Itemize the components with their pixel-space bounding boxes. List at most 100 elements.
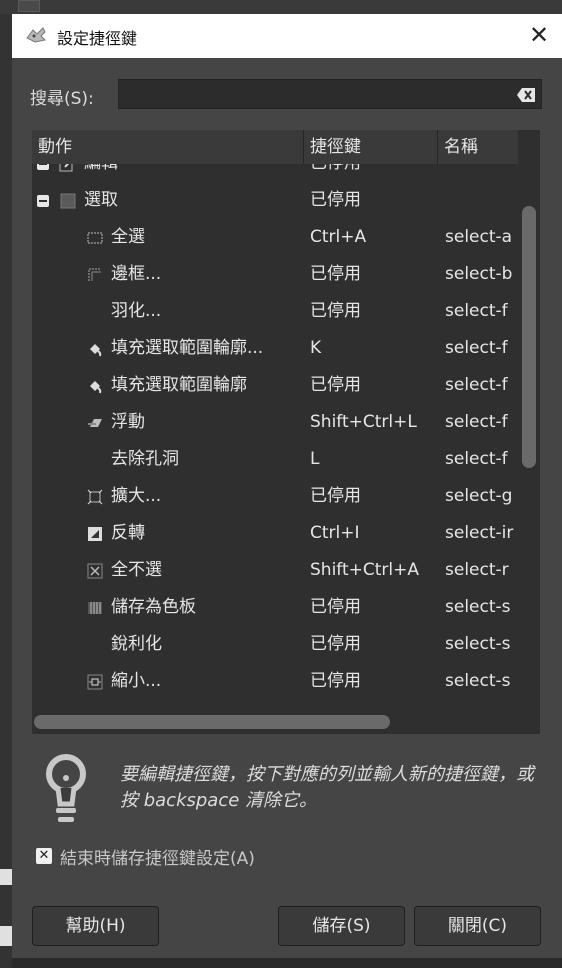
horizontal-scrollbar-thumb[interactable] xyxy=(34,715,390,729)
background-ruler-mark xyxy=(18,0,40,12)
selection-group-icon xyxy=(60,193,76,209)
row-shortcut: Shift+Ctrl+A xyxy=(310,560,420,580)
dialog-title: 設定捷徑鍵 xyxy=(57,29,138,48)
table-row[interactable]: 儲存為色板 已停用 select-s xyxy=(32,589,518,626)
column-header-name[interactable]: 名稱 xyxy=(438,130,518,164)
column-header-action[interactable]: 動作 xyxy=(32,130,304,164)
table-row[interactable]: 羽化... 已停用 select-f xyxy=(32,293,518,330)
row-shortcut: 已停用 xyxy=(310,375,361,395)
row-shortcut: 已停用 xyxy=(310,634,361,654)
row-action-name: 羽化... xyxy=(111,301,162,321)
row-shortcut: 已停用 xyxy=(310,597,361,617)
row-action-name: 儲存為色板 xyxy=(111,597,196,617)
shortcut-rows: 編輯 已停用 選取 已停用 全選 Ctrl+A select-a 邊框... 已… xyxy=(32,164,518,708)
hint-text: 要編輯捷徑鍵，按下對應的列並輸人新的捷徑鍵，或按 backspace 清除它。 xyxy=(120,764,534,811)
float-icon xyxy=(88,419,102,427)
table-row[interactable]: 擴大... 已停用 select-g xyxy=(32,478,518,515)
select-all-icon xyxy=(87,232,103,244)
close-button[interactable]: 關閉(C) xyxy=(414,906,541,946)
title-bar[interactable]: 設定捷徑鍵 ✕ xyxy=(12,14,562,58)
table-row[interactable]: 全選 Ctrl+A select-a xyxy=(32,219,518,256)
table-row[interactable]: 縮小... 已停用 select-s xyxy=(32,663,518,700)
background-window-edge xyxy=(0,0,562,14)
edit-icon xyxy=(59,164,73,172)
grow-icon xyxy=(87,489,103,505)
table-row[interactable]: 全不選 Shift+Ctrl+A select-r xyxy=(32,552,518,589)
row-shortcut: 已停用 xyxy=(310,671,361,691)
vertical-scrollbar-thumb[interactable] xyxy=(522,206,536,468)
row-shortcut: 已停用 xyxy=(310,301,361,321)
search-label: 搜尋(S): xyxy=(30,89,94,109)
vertical-scrollbar[interactable] xyxy=(518,130,540,708)
table-row[interactable]: 去除孔洞 L select-f xyxy=(32,441,518,478)
row-action-name: 浮動 xyxy=(111,412,145,432)
row-action-name: 銳利化 xyxy=(111,634,162,654)
row-shortcut: 已停用 xyxy=(310,264,361,284)
row-shortcut: L xyxy=(310,449,320,469)
bucket-fill-icon xyxy=(90,344,102,357)
clear-search-icon[interactable] xyxy=(517,88,535,102)
row-action-id: select-s xyxy=(445,634,511,654)
collapse-icon[interactable] xyxy=(37,195,49,207)
row-action-name: 去除孔洞 xyxy=(111,449,179,469)
table-row[interactable]: 填充選取範圍輪廓... K select-f xyxy=(32,330,518,367)
row-shortcut: Ctrl+I xyxy=(310,523,360,543)
background-window-left xyxy=(0,14,12,968)
row-action-name: 全選 xyxy=(111,227,145,247)
help-button[interactable]: 幫助(H) xyxy=(32,906,159,946)
select-border-icon xyxy=(88,268,101,281)
expander-icon[interactable] xyxy=(37,164,49,170)
row-action-name: 選取 xyxy=(84,190,118,210)
row-action-name: 反轉 xyxy=(111,523,145,543)
row-action-id: select-f xyxy=(445,301,508,321)
row-action-id: select-f xyxy=(445,412,508,432)
table-row[interactable]: 銳利化 已停用 select-s xyxy=(32,626,518,663)
row-shortcut: 已停用 xyxy=(310,190,361,210)
row-action-name: 填充選取範圍輪廓 xyxy=(111,375,247,395)
shrink-icon xyxy=(87,674,103,690)
save-channel-icon xyxy=(88,602,102,614)
select-none-icon xyxy=(87,563,103,579)
row-action-id: select-b xyxy=(445,264,513,284)
row-action-name: 邊框... xyxy=(111,264,162,284)
background-fragment xyxy=(0,926,12,946)
row-action-id: select-a xyxy=(445,227,513,247)
save-on-exit-label[interactable]: 結束時儲存捷徑鍵設定(A) xyxy=(60,844,255,869)
row-action-id: select-f xyxy=(445,375,508,395)
row-action-id: select-ir xyxy=(445,523,514,543)
bucket-fill-icon xyxy=(90,381,102,394)
row-action-id: select-r xyxy=(445,560,509,580)
row-action-name: 編輯 xyxy=(84,164,118,182)
row-shortcut: Ctrl+A xyxy=(310,227,367,247)
row-action-name: 擴大... xyxy=(111,486,162,506)
shortcut-tree[interactable]: 動作 捷徑鍵 名稱 編輯 已停用 選取 已停用 全選 Ctrl+A xyxy=(32,130,540,734)
row-action-id: select-f xyxy=(445,449,508,469)
row-action-id: select-s xyxy=(445,597,511,617)
table-row[interactable]: 反轉 Ctrl+I select-ir xyxy=(32,515,518,552)
configure-shortcuts-dialog: 設定捷徑鍵 ✕ 搜尋(S): 動作 捷徑鍵 名稱 編輯 已停用 選 xyxy=(12,14,562,958)
row-shortcut: 已停用 xyxy=(310,164,361,182)
row-action-id: select-f xyxy=(445,338,508,358)
app-logo-icon xyxy=(26,27,47,43)
column-header-shortcut[interactable]: 捷徑鍵 xyxy=(304,130,438,164)
row-action-id: select-g xyxy=(445,486,513,506)
row-action-name: 填充選取範圍輪廓... xyxy=(111,338,264,358)
background-fragment xyxy=(0,869,12,885)
horizontal-scrollbar[interactable] xyxy=(32,710,518,734)
save-button[interactable]: 儲存(S) xyxy=(278,906,405,946)
save-on-exit-checkbox[interactable]: ✕ xyxy=(36,848,52,864)
row-shortcut: K xyxy=(310,338,322,358)
table-row[interactable]: 邊框... 已停用 select-b xyxy=(32,256,518,293)
search-input[interactable] xyxy=(118,79,542,109)
lightbulb-icon xyxy=(46,754,86,822)
close-icon[interactable]: ✕ xyxy=(524,20,554,50)
table-row[interactable]: 填充選取範圍輪廓 已停用 select-f xyxy=(32,367,518,404)
table-row[interactable]: 浮動 Shift+Ctrl+L select-f xyxy=(32,404,518,441)
column-header-row: 動作 捷徑鍵 名稱 xyxy=(32,130,518,164)
row-action-name: 全不選 xyxy=(111,560,162,580)
row-action-name: 縮小... xyxy=(111,671,162,691)
table-row[interactable]: 編輯 已停用 xyxy=(32,164,518,182)
table-row[interactable]: 選取 已停用 xyxy=(32,182,518,219)
row-shortcut: Shift+Ctrl+L xyxy=(310,412,417,432)
background-window-bottom xyxy=(12,958,562,968)
